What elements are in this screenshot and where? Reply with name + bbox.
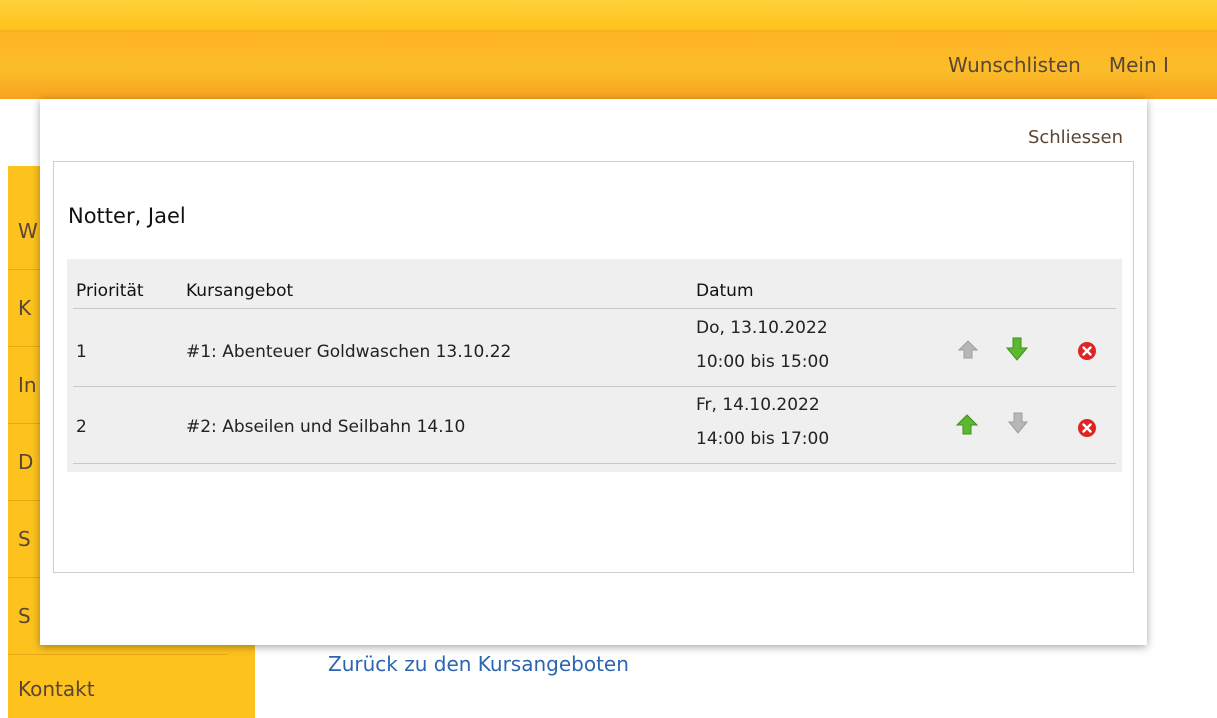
nav-mein-konto[interactable]: Mein I xyxy=(1109,53,1169,77)
remove-icon[interactable] xyxy=(1077,341,1097,361)
sidebar-item-label: S xyxy=(18,527,31,551)
back-to-courses-link[interactable]: Zurück zu den Kursangeboten xyxy=(328,652,629,676)
row-date: Fr, 14.10.2022 xyxy=(696,395,820,415)
remove-icon[interactable] xyxy=(1077,418,1097,438)
sidebar-item-label: S xyxy=(18,604,31,628)
arrow-down-icon[interactable] xyxy=(1004,336,1030,362)
row-priority: 1 xyxy=(76,342,87,362)
row-time: 10:00 bis 15:00 xyxy=(696,352,830,372)
wishlist-modal: Schliessen Notter, Jael Priorität Kursan… xyxy=(40,99,1147,645)
arrow-down-icon[interactable] xyxy=(1007,411,1029,435)
sidebar-item-label: W xyxy=(18,219,38,243)
sidebar-item-label: In xyxy=(18,373,37,397)
row-course: #2: Abseilen und Seilbahn 14.10 xyxy=(186,417,466,437)
row-divider xyxy=(73,463,1116,464)
site-header: Wunschlisten Mein I xyxy=(0,0,1217,99)
row-course: #1: Abenteuer Goldwaschen 13.10.22 xyxy=(186,342,512,362)
top-navigation: Wunschlisten Mein I xyxy=(948,53,1169,77)
sidebar-item-label: K xyxy=(18,296,32,320)
arrow-up-icon[interactable] xyxy=(957,339,979,361)
sidebar-item-label: Kontakt xyxy=(18,677,95,701)
header-priority: Priorität xyxy=(76,281,144,301)
header-course: Kursangebot xyxy=(186,281,294,301)
header-divider xyxy=(73,308,1116,309)
person-name: Notter, Jael xyxy=(68,204,186,228)
header-stripe xyxy=(0,30,1217,32)
sidebar-item-label: D xyxy=(18,450,34,474)
row-priority: 2 xyxy=(76,417,87,437)
nav-wunschlisten[interactable]: Wunschlisten xyxy=(948,53,1081,77)
close-button[interactable]: Schliessen xyxy=(1028,127,1123,148)
row-divider xyxy=(73,386,1116,387)
row-time: 14:00 bis 17:00 xyxy=(696,429,830,449)
modal-content: Notter, Jael Priorität Kursangebot Datum… xyxy=(53,161,1134,573)
row-date: Do, 13.10.2022 xyxy=(696,318,828,338)
wishlist-table: Priorität Kursangebot Datum 1 #1: Abente… xyxy=(67,259,1122,472)
sidebar-item-kontakt[interactable]: Kontakt xyxy=(8,655,228,718)
header-date: Datum xyxy=(696,281,754,301)
arrow-up-icon[interactable] xyxy=(955,413,979,437)
